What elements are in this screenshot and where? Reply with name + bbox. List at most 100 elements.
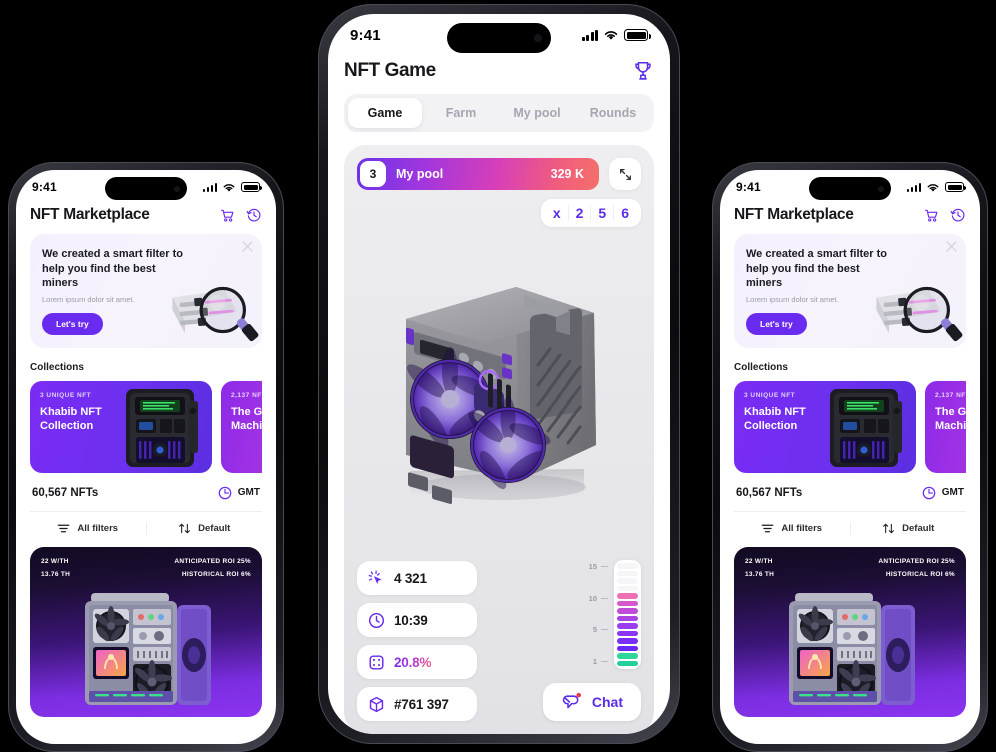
axis-tick-5: 5 bbox=[593, 625, 608, 634]
gmt-label: GMT bbox=[237, 487, 260, 498]
collections-list: 3 UNIQUE NFT Khabib NFT Collection 2,137… bbox=[734, 380, 966, 473]
stat-value-id: #761 397 bbox=[394, 696, 449, 712]
miner-listing-card[interactable]: 22 W/TH 13.76 TH ANTICIPATED ROI 25% HIS… bbox=[30, 546, 262, 717]
mining-rig-3d-render[interactable] bbox=[384, 259, 614, 509]
collection-name: The Greedy Machines bbox=[935, 405, 966, 432]
stat-pill-id[interactable]: #761 397 bbox=[357, 687, 477, 721]
multiplier-display[interactable]: x 2 5 6 bbox=[540, 199, 641, 227]
nft-stats-row: 60,567 NFTs GMT bbox=[736, 486, 964, 500]
magnifier-filter-illustration bbox=[172, 286, 259, 341]
miner-anticipated-roi: ANTICIPATED ROI 25% bbox=[174, 557, 251, 565]
promo-banner[interactable]: We created a smart filter to help you fi… bbox=[734, 234, 966, 348]
gauge-segment-4 bbox=[617, 638, 638, 644]
phone-center: 9:41 NFT Game Game Farm My pool Rounds 3… bbox=[318, 4, 680, 744]
stat-pill-clicks[interactable]: 4 321 bbox=[357, 561, 477, 595]
history-icon[interactable] bbox=[950, 207, 966, 223]
wifi-icon bbox=[927, 183, 939, 192]
stat-value-time: 10:39 bbox=[394, 612, 428, 628]
my-pool-bar[interactable]: 3 My pool 329 K bbox=[357, 158, 599, 190]
promo-banner[interactable]: We created a smart filter to help you fi… bbox=[30, 234, 262, 348]
miner-listing-card[interactable]: 22 W/TH 13.76 TH ANTICIPATED ROI 25% HIS… bbox=[734, 546, 966, 717]
gmt-selector[interactable]: GMT bbox=[922, 486, 964, 500]
axis-label: 15 bbox=[588, 562, 597, 571]
tab-farm[interactable]: Farm bbox=[424, 98, 498, 128]
nft-count: 60,567 NFTs bbox=[32, 486, 99, 499]
phone-right: 9:41 NFT Marketplace We created a smart … bbox=[712, 162, 988, 752]
axis-label: 10 bbox=[588, 593, 597, 603]
collection-count: 2,137 NFT bbox=[231, 391, 262, 399]
sort-icon bbox=[883, 523, 895, 533]
game-right-column: 15 10 5 1 Chat bbox=[487, 560, 641, 721]
stat-pills: 4 321 10:39 20.8% #761 397 bbox=[357, 561, 477, 721]
collections-title: Collections bbox=[734, 361, 788, 373]
expand-button[interactable] bbox=[609, 158, 641, 190]
chat-button[interactable]: Chat bbox=[542, 683, 641, 721]
status-bar: 9:41 bbox=[16, 170, 276, 204]
cube-icon bbox=[369, 696, 384, 712]
collection-card-greedy[interactable]: 2,137 NFT The Greedy Machines bbox=[221, 380, 262, 473]
miner-hashrate: 13.76 TH bbox=[745, 570, 775, 578]
marketplace-header: NFT Marketplace bbox=[734, 204, 966, 234]
miner-historical-roi: HISTORICAL ROI 6% bbox=[181, 570, 251, 578]
marketplace-content: NFT Marketplace We created a smart filte… bbox=[720, 204, 980, 717]
all-filters-button[interactable]: All filters bbox=[734, 522, 850, 535]
chat-icon bbox=[562, 692, 581, 709]
sort-default-button[interactable]: Default bbox=[145, 521, 263, 535]
tab-rounds[interactable]: Rounds bbox=[576, 98, 650, 128]
gauge-segment-14 bbox=[617, 563, 638, 569]
clock-icon bbox=[368, 612, 385, 628]
gauge-segment-8 bbox=[617, 608, 638, 614]
stat-pill-chance[interactable]: 20.8% bbox=[357, 645, 477, 679]
collection-card-greedy[interactable]: 2,137 NFT The Greedy Machines bbox=[925, 380, 966, 473]
close-icon[interactable] bbox=[946, 241, 957, 252]
all-filters-button[interactable]: All filters bbox=[30, 522, 146, 535]
game-play-card: 3 My pool 329 K x 2 5 6 4 321 10:39 20.8… bbox=[344, 145, 654, 734]
cart-icon[interactable] bbox=[924, 208, 939, 223]
gmt-label: GMT bbox=[941, 487, 964, 498]
collection-card-khabib[interactable]: 3 UNIQUE NFT Khabib NFT Collection bbox=[30, 380, 212, 473]
filters-row: All filters Default bbox=[734, 510, 967, 535]
close-icon[interactable] bbox=[242, 241, 253, 252]
stat-value-clicks: 4 321 bbox=[394, 570, 427, 586]
promo-cta-button[interactable]: Let's try bbox=[746, 312, 807, 335]
header-actions bbox=[220, 207, 262, 223]
miner-power: 22 W/TH bbox=[745, 557, 773, 565]
all-filters-label: All filters bbox=[77, 522, 119, 534]
sort-icon bbox=[179, 523, 191, 533]
filter-icon bbox=[58, 524, 70, 532]
expand-icon bbox=[619, 168, 631, 180]
gauge-bar[interactable] bbox=[614, 560, 641, 669]
header-actions bbox=[924, 207, 966, 223]
stat-pill-time[interactable]: 10:39 bbox=[357, 603, 477, 637]
gmt-selector[interactable]: GMT bbox=[218, 486, 260, 500]
filter-icon bbox=[762, 524, 774, 532]
status-time: 9:41 bbox=[350, 26, 381, 44]
status-icons bbox=[906, 182, 966, 193]
collection-name: The Greedy Machines bbox=[231, 405, 262, 432]
signal-bars-icon bbox=[581, 29, 598, 41]
multiplier-prefix: x bbox=[552, 205, 561, 221]
khabib-rig-image bbox=[126, 388, 198, 467]
miner-rig-image bbox=[789, 592, 915, 705]
level-gauge: 15 10 5 1 bbox=[589, 560, 641, 669]
axis-label: 5 bbox=[592, 625, 597, 635]
sort-default-button[interactable]: Default bbox=[849, 521, 967, 535]
gmt-token-icon bbox=[218, 486, 232, 499]
all-filters-label: All filters bbox=[781, 522, 823, 534]
multiplier-row: x 2 5 6 bbox=[357, 199, 641, 227]
pool-label: My pool bbox=[396, 167, 444, 181]
trophy-icon[interactable] bbox=[632, 60, 654, 82]
cart-icon[interactable] bbox=[220, 208, 235, 223]
page-title: NFT Marketplace bbox=[734, 206, 854, 223]
collection-card-khabib[interactable]: 3 UNIQUE NFT Khabib NFT Collection bbox=[734, 380, 916, 473]
promo-cta-button[interactable]: Let's try bbox=[42, 312, 103, 335]
axis-tick-15: 15 bbox=[589, 562, 608, 571]
tab-my-pool[interactable]: My pool bbox=[500, 98, 574, 128]
click-cursor-icon bbox=[368, 570, 382, 584]
phone-mockup-stage: 9:41 NFT Marketplace We created a smart … bbox=[0, 0, 996, 752]
sort-label: Default bbox=[198, 522, 231, 534]
tab-game[interactable]: Game bbox=[348, 98, 422, 128]
history-icon[interactable] bbox=[246, 207, 262, 223]
phone-left: 9:41 NFT Marketplace We created a smart … bbox=[8, 162, 284, 752]
dynamic-island bbox=[105, 177, 187, 200]
